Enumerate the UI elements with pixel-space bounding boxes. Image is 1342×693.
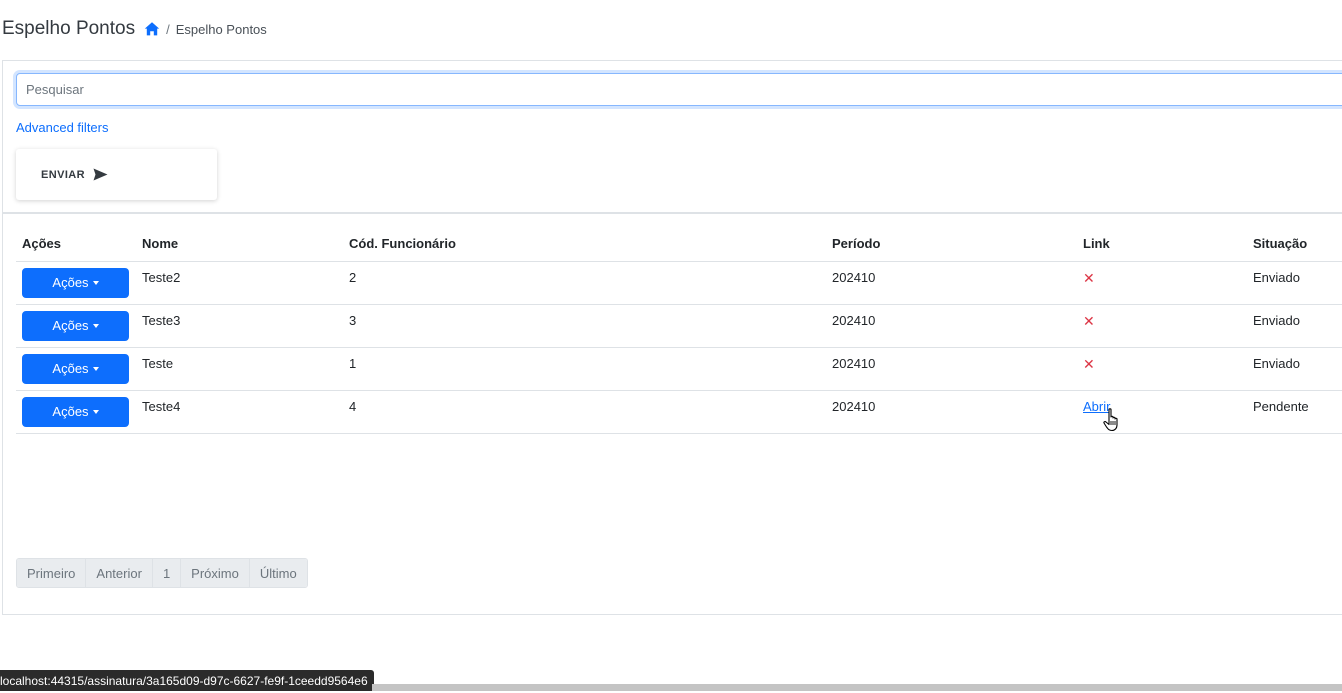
col-header-acoes: Ações: [16, 227, 136, 262]
caret-down-icon: [92, 409, 99, 414]
page-prev-button[interactable]: Anterior: [86, 559, 153, 587]
no-link-icon: ✕: [1083, 269, 1095, 286]
no-link-icon: ✕: [1083, 355, 1095, 372]
search-input[interactable]: [16, 73, 1342, 106]
table-row: Ações Teste2 2 202410 ✕ Enviado: [16, 261, 1342, 305]
cell-situacao: Pendente: [1247, 390, 1342, 434]
pagination: Primeiro Anterior 1 Próximo Último: [16, 558, 308, 588]
page-first-button[interactable]: Primeiro: [17, 559, 87, 587]
cell-nome: Teste3: [136, 304, 343, 348]
page-number-button[interactable]: 1: [152, 559, 182, 587]
cell-codigo: 4: [343, 390, 826, 434]
horizontal-scrollbar[interactable]: [372, 684, 1342, 691]
col-header-periodo[interactable]: Período: [826, 227, 1077, 262]
status-bar-url: localhost:44315/assinatura/3a165d09-d97c…: [0, 670, 374, 691]
cell-periodo: 202410: [826, 304, 1077, 348]
caret-down-icon: [92, 280, 99, 285]
table-row: Ações Teste 1 202410 ✕ Enviado: [16, 347, 1342, 391]
cell-nome: Teste: [136, 347, 343, 391]
col-header-codigo[interactable]: Cód. Funcionário: [343, 227, 826, 262]
table-card: Ações Nome Cód. Funcionário Período Link…: [2, 213, 1342, 615]
caret-down-icon: [92, 366, 99, 371]
table-row: Ações Teste3 3 202410 ✕ Enviado: [16, 304, 1342, 348]
cell-periodo: 202410: [826, 390, 1077, 434]
actions-dropdown-button[interactable]: Ações: [22, 396, 129, 427]
col-header-link[interactable]: Link: [1077, 227, 1247, 262]
cell-codigo: 2: [343, 261, 826, 305]
actions-dropdown-button[interactable]: Ações: [22, 353, 129, 384]
table-row: Ações Teste4 4 202410 Abrir Pendente: [16, 390, 1342, 434]
breadcrumb-separator: /: [166, 21, 170, 37]
actions-dropdown-button[interactable]: Ações: [22, 310, 129, 341]
records-table: Ações Nome Cód. Funcionário Período Link…: [16, 227, 1342, 434]
send-button-label: ENVIAR: [41, 168, 85, 181]
col-header-situacao[interactable]: Situação: [1247, 227, 1342, 262]
cell-periodo: 202410: [826, 261, 1077, 305]
page-header: Espelho Pontos / Espelho Pontos: [2, 16, 267, 42]
cell-nome: Teste4: [136, 390, 343, 434]
send-button[interactable]: ENVIAR: [16, 149, 217, 200]
actions-dropdown-button[interactable]: Ações: [22, 267, 129, 298]
caret-down-icon: [92, 323, 99, 328]
page: Espelho Pontos / Espelho Pontos Advanced…: [0, 0, 1342, 693]
home-icon[interactable]: [144, 21, 160, 37]
filter-card: Advanced filters ENVIAR: [2, 60, 1342, 213]
advanced-filters-link[interactable]: Advanced filters: [16, 120, 109, 135]
breadcrumb-current: Espelho Pontos: [175, 21, 267, 37]
page-last-button[interactable]: Último: [249, 559, 307, 587]
page-title: Espelho Pontos: [2, 18, 136, 39]
col-header-nome[interactable]: Nome: [136, 227, 343, 262]
cell-codigo: 1: [343, 347, 826, 391]
cell-nome: Teste2: [136, 261, 343, 305]
table-header-row: Ações Nome Cód. Funcionário Período Link…: [16, 227, 1342, 262]
cell-situacao: Enviado: [1247, 261, 1342, 305]
cell-periodo: 202410: [826, 347, 1077, 391]
cell-situacao: Enviado: [1247, 304, 1342, 348]
cell-codigo: 3: [343, 304, 826, 348]
page-next-button[interactable]: Próximo: [181, 559, 250, 587]
send-icon: [93, 168, 108, 181]
hand-cursor-icon: [1103, 408, 1123, 432]
breadcrumb: / Espelho Pontos: [144, 21, 267, 37]
cell-situacao: Enviado: [1247, 347, 1342, 391]
no-link-icon: ✕: [1083, 312, 1095, 329]
